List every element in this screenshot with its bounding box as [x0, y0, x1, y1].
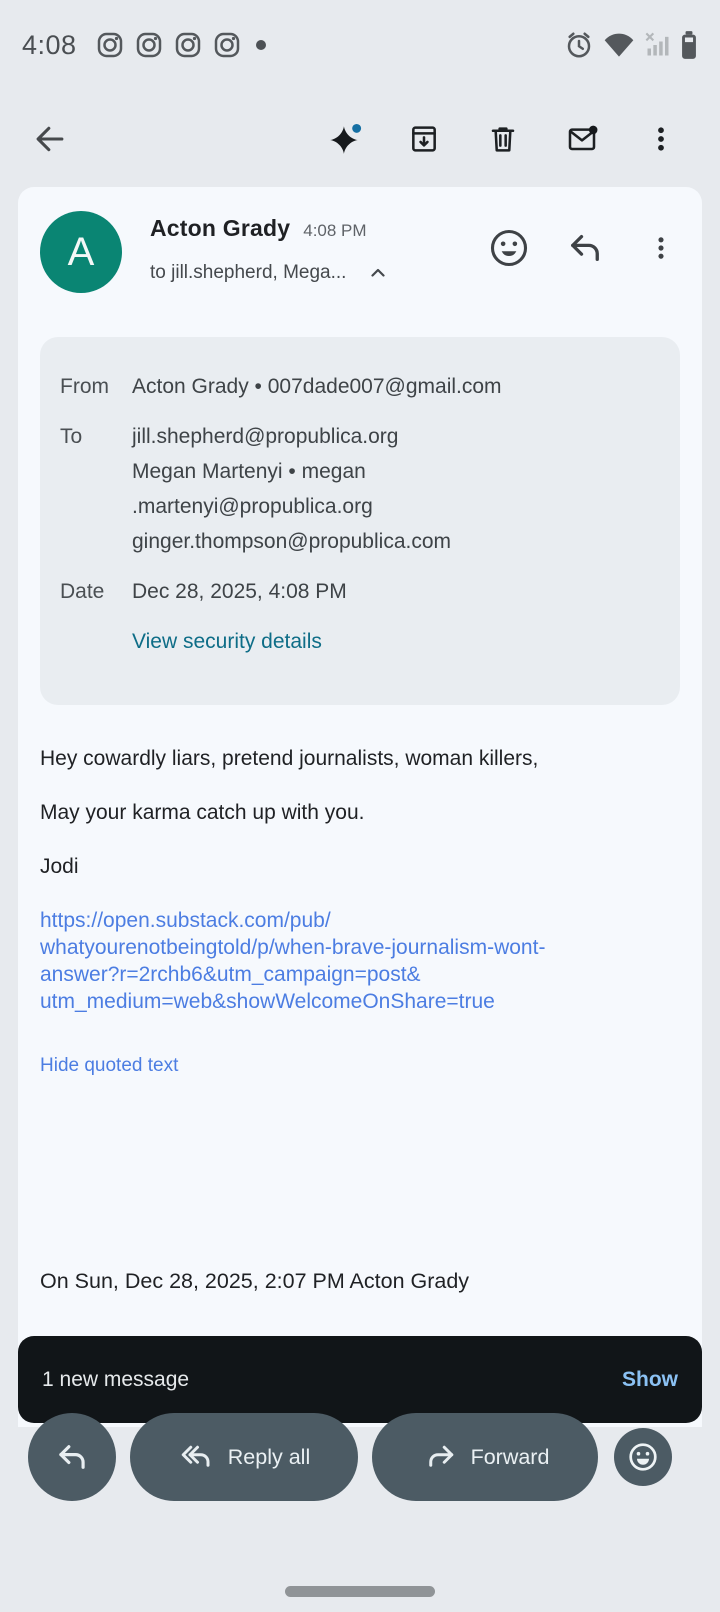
- hide-quoted-text-link[interactable]: Hide quoted text: [40, 1055, 178, 1077]
- message-overflow-button[interactable]: [638, 225, 684, 271]
- reply-icon: [53, 1438, 91, 1476]
- recipients-expander[interactable]: to jill.shepherd, Mega...: [150, 261, 390, 285]
- recipients-summary: to jill.shepherd, Mega...: [150, 262, 346, 284]
- quoted-text-preview: On Sun, Dec 28, 2025, 2:07 PM Acton Grad…: [40, 1269, 469, 1294]
- message-details-card: From Acton Grady • 007dade007@gmail.com …: [40, 337, 680, 705]
- forward-icon: [421, 1439, 457, 1475]
- clock-text: 4:08: [22, 30, 77, 61]
- reply-fab-button[interactable]: [28, 1413, 116, 1501]
- show-button[interactable]: Show: [622, 1368, 678, 1392]
- to-recipient: Megan Martenyi • megan: [132, 454, 451, 489]
- body-paragraph: Jodi: [40, 853, 680, 881]
- message-time: 4:08 PM: [303, 221, 366, 241]
- from-value: Acton Grady • 007dade007@gmail.com: [132, 369, 502, 404]
- instagram-notification-icon: [212, 30, 242, 60]
- to-recipient: .martenyi@propublica.org: [132, 489, 451, 524]
- date-value: Dec 28, 2025, 4:08 PM: [132, 574, 347, 609]
- home-indicator[interactable]: [285, 1586, 435, 1597]
- message-body: Hey cowardly liars, pretend journalists,…: [40, 745, 680, 1077]
- from-label: From: [60, 369, 132, 404]
- to-recipient: ginger.thompson@propublica.com: [132, 524, 451, 559]
- message-toolbar: [0, 90, 720, 187]
- body-paragraph: Hey cowardly liars, pretend journalists,…: [40, 745, 680, 773]
- battery-icon: [680, 30, 698, 60]
- gmail-message-screen: 4:08 A: [0, 0, 720, 1612]
- notification-icons: [95, 30, 242, 60]
- substack-link[interactable]: https://open.substack.com/pub/ whatyoure…: [40, 907, 680, 1015]
- no-signal-icon: [644, 30, 672, 60]
- instagram-notification-icon: [173, 30, 203, 60]
- sender-avatar[interactable]: A: [40, 211, 122, 293]
- reply-all-button[interactable]: Reply all: [130, 1413, 358, 1501]
- chevron-up-icon: [366, 261, 390, 285]
- add-reaction-button[interactable]: [486, 225, 532, 271]
- reply-all-label: Reply all: [228, 1445, 310, 1470]
- mark-unread-button[interactable]: [558, 115, 606, 163]
- emoji-reaction-button[interactable]: [614, 1428, 672, 1486]
- message-sheet: A Acton Grady 4:08 PM to jill.shepherd, …: [18, 187, 702, 1427]
- forward-button[interactable]: Forward: [372, 1413, 598, 1501]
- new-message-snackbar: 1 new message Show: [18, 1336, 702, 1423]
- to-label: To: [60, 419, 132, 559]
- status-bar: 4:08: [0, 0, 720, 90]
- emoji-smiley-icon: [625, 1439, 661, 1475]
- archive-button[interactable]: [400, 115, 448, 163]
- instagram-notification-icon: [95, 30, 125, 60]
- instagram-notification-icon: [134, 30, 164, 60]
- alarm-icon: [564, 30, 594, 60]
- avatar-letter: A: [68, 230, 95, 275]
- view-security-details-link[interactable]: View security details: [132, 624, 322, 659]
- more-notifications-dot-icon: [256, 40, 266, 50]
- system-status-icons: [564, 30, 698, 60]
- to-value: jill.shepherd@propublica.org Megan Marte…: [132, 419, 451, 559]
- reply-button[interactable]: [562, 225, 608, 271]
- back-button[interactable]: [26, 115, 74, 163]
- to-recipient: jill.shepherd@propublica.org: [132, 419, 451, 454]
- forward-label: Forward: [471, 1445, 550, 1470]
- overflow-menu-button[interactable]: [637, 115, 685, 163]
- delete-button[interactable]: [479, 115, 527, 163]
- body-paragraph: May your karma catch up with you.: [40, 799, 680, 827]
- date-label: Date: [60, 574, 132, 609]
- reply-all-icon: [178, 1439, 214, 1475]
- sender-name: Acton Grady: [150, 215, 290, 242]
- message-header: A Acton Grady 4:08 PM to jill.shepherd, …: [18, 187, 702, 337]
- wifi-icon: [602, 30, 636, 60]
- gemini-summarize-button[interactable]: [321, 115, 369, 163]
- snackbar-message: 1 new message: [42, 1368, 622, 1392]
